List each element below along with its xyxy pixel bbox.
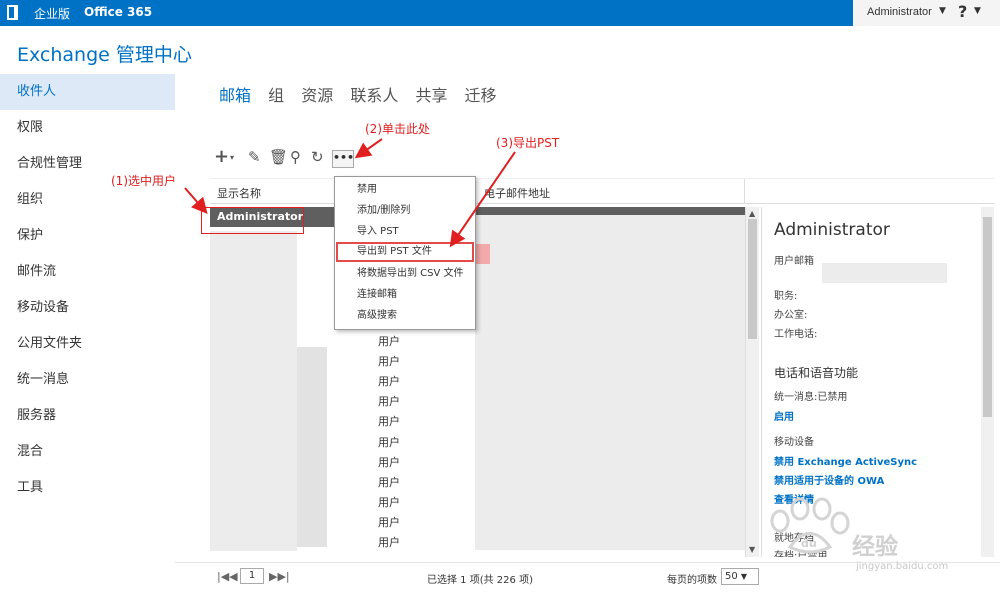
arrow-step2 bbox=[354, 138, 383, 159]
watermark-url: jingyan.baidu.com bbox=[856, 561, 949, 572]
baidu-paw-icon: du bbox=[770, 497, 850, 554]
svg-text:du: du bbox=[801, 537, 817, 550]
arrow-step3 bbox=[449, 151, 516, 248]
watermark-text: 经验 bbox=[852, 534, 898, 560]
arrow-step1 bbox=[184, 187, 208, 215]
